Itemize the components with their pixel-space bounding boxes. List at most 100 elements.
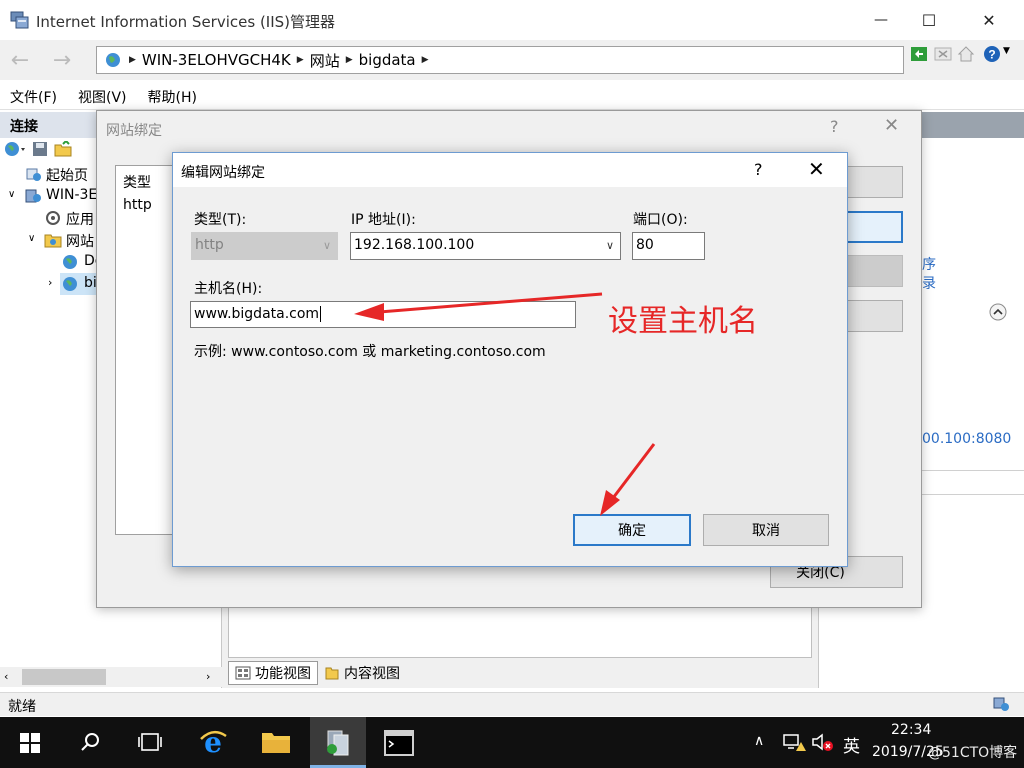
windows-start-icon[interactable] — [20, 733, 40, 753]
host-example: 示例: www.contoso.com 或 marketing.contoso.… — [194, 344, 546, 360]
breadcrumb-arrow-icon: ▶ — [345, 55, 353, 65]
iis-manager-taskbar-icon[interactable] — [324, 727, 352, 757]
connect-globe-icon[interactable] — [4, 140, 26, 158]
cancel-button[interactable]: 取消 — [703, 514, 829, 546]
text-cursor — [320, 306, 322, 322]
tree-bigdata-site[interactable]: bi — [84, 275, 97, 291]
chevron-down-icon: ∨ — [322, 239, 331, 252]
sites-folder-icon — [44, 234, 62, 248]
menu-help[interactable]: 帮助(H) — [148, 87, 197, 107]
edit-binding-help-button[interactable]: ? — [754, 160, 763, 179]
features-view-icon — [235, 666, 251, 680]
edit-binding-title: 编辑网站绑定 — [181, 165, 265, 181]
ip-address-select[interactable]: 192.168.100.100 ∨ — [350, 232, 621, 260]
port-input[interactable]: 80 — [632, 232, 705, 260]
ip-label: IP 地址(I): — [351, 212, 416, 228]
tab-features-view[interactable]: 功能视图 — [228, 661, 318, 685]
view-tabs: 功能视图 内容视图 — [228, 660, 406, 686]
search-icon[interactable] — [80, 731, 102, 753]
status-network-icon — [993, 697, 1009, 711]
status-text: 就绪 — [8, 699, 36, 715]
bindings-column-type[interactable]: 类型 — [123, 172, 151, 192]
type-value: http — [195, 237, 224, 253]
type-select[interactable]: http ∨ — [191, 232, 338, 260]
site-globe-icon — [63, 255, 77, 269]
back-arrow-icon[interactable]: ← — [2, 44, 38, 76]
breadcrumb-sites[interactable]: 网站 — [310, 50, 340, 71]
forward-arrow-icon[interactable]: → — [44, 44, 80, 76]
connections-toolbar — [4, 140, 72, 158]
tree-start-page[interactable]: 起始页 — [46, 165, 88, 185]
host-value: www.bigdata.com — [194, 306, 320, 322]
breadcrumb-site[interactable]: bigdata — [359, 51, 416, 69]
menu-view[interactable]: 视图(V) — [78, 87, 127, 107]
minimize-button[interactable]: — — [858, 0, 904, 40]
file-explorer-icon[interactable] — [261, 729, 291, 755]
task-view-icon[interactable] — [137, 732, 163, 752]
menu-bar: 文件(F) 视图(V) 帮助(H) — [0, 84, 1024, 110]
content-view-icon — [325, 667, 339, 680]
home-icon[interactable] — [957, 45, 975, 63]
window-title: Internet Information Services (IIS)管理器 — [36, 13, 336, 31]
status-bar: 就绪 — [0, 692, 1024, 716]
binding-link[interactable]: 00.100:8080 — [922, 431, 1011, 447]
tray-chevron-up-icon[interactable]: ∧ — [754, 733, 764, 749]
port-label: 端口(O): — [633, 212, 688, 228]
stop-icon[interactable] — [934, 45, 952, 63]
ip-value: 192.168.100.100 — [354, 237, 475, 253]
edit-binding-close-button[interactable]: ✕ — [808, 157, 825, 181]
collapse-icon[interactable] — [988, 302, 1008, 322]
help-icon[interactable]: ? — [983, 45, 1001, 63]
tree-sites[interactable]: 网站 — [66, 231, 94, 251]
tree-collapse-icon[interactable]: ∨ — [8, 189, 15, 200]
clock-time[interactable]: 22:34 — [891, 722, 931, 738]
site-bindings-close-button[interactable]: ✕ — [884, 115, 899, 136]
tree-server[interactable]: WIN-3E — [46, 187, 97, 203]
svg-text:?: ? — [988, 48, 995, 62]
breadcrumb-server[interactable]: WIN-3ELOHVGCH4K — [142, 51, 291, 69]
tree-collapse-icon[interactable]: ∨ — [28, 233, 35, 244]
app-pools-icon — [46, 211, 60, 225]
edit-binding-titlebar — [173, 153, 847, 187]
bindings-list[interactable]: 类型 http — [115, 165, 175, 535]
site-bindings-title: 网站绑定 — [106, 123, 162, 139]
annotation-arrow-ok — [600, 443, 656, 516]
tab-features-label: 功能视图 — [255, 666, 311, 682]
internet-explorer-icon[interactable]: e — [198, 727, 228, 757]
actions-links: 序 录 — [922, 256, 936, 294]
iis-app-icon — [10, 11, 29, 29]
network-warning-icon[interactable] — [782, 732, 806, 752]
scrollbar-thumb[interactable] — [22, 669, 106, 685]
server-icon — [25, 189, 41, 203]
tab-content-view[interactable]: 内容视图 — [318, 661, 406, 685]
save-icon[interactable] — [32, 141, 48, 157]
globe-icon — [106, 53, 120, 67]
command-prompt-icon[interactable] — [384, 730, 414, 756]
annotation-label: 设置主机名 — [608, 304, 758, 339]
site-bindings-help-button[interactable]: ? — [830, 117, 839, 136]
annotation-arrow-host — [354, 292, 603, 321]
scroll-right-icon[interactable]: › — [206, 670, 210, 683]
help-dropdown-icon[interactable]: ▼ — [1003, 46, 1010, 56]
actions-link-1[interactable]: 序 — [922, 256, 936, 275]
breadcrumb-arrow-icon: ▶ — [421, 55, 429, 65]
maximize-button[interactable]: ☐ — [906, 0, 952, 40]
speaker-muted-icon[interactable] — [810, 732, 834, 752]
breadcrumb-arrow-icon: ▶ — [129, 55, 136, 65]
close-button[interactable]: ✕ — [966, 0, 1012, 40]
address-bar[interactable]: ▶ WIN-3ELOHVGCH4K ▶ 网站 ▶ bigdata ▶ — [96, 46, 904, 74]
bindings-row-type[interactable]: http — [123, 197, 152, 213]
scroll-left-icon[interactable]: ‹ — [4, 670, 8, 683]
refresh-icon[interactable] — [910, 45, 928, 63]
actions-link-2[interactable]: 录 — [922, 275, 936, 294]
tab-content-label: 内容视图 — [344, 666, 400, 682]
host-label: 主机名(H): — [194, 281, 263, 297]
start-page-icon — [26, 168, 41, 181]
tree-app-pools[interactable]: 应用 — [66, 209, 94, 229]
ime-indicator[interactable]: 英 — [843, 732, 860, 757]
menu-file[interactable]: 文件(F) — [10, 87, 57, 107]
center-content-box — [228, 600, 812, 658]
folder-up-icon[interactable] — [54, 141, 72, 157]
tree-expand-icon[interactable]: › — [48, 276, 52, 289]
site-globe-icon — [63, 277, 77, 291]
